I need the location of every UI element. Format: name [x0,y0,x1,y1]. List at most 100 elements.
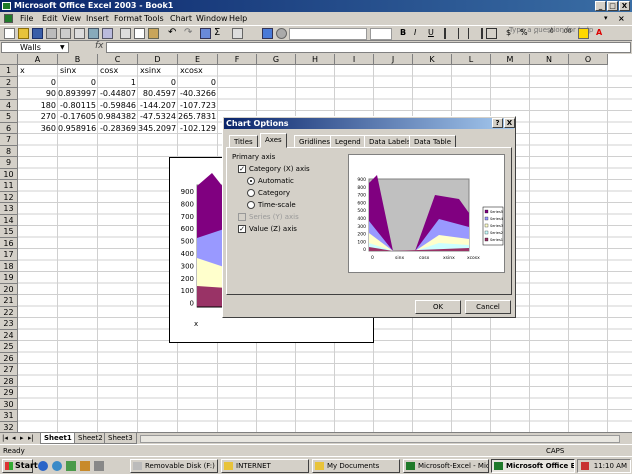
row-header[interactable]: 19 [0,272,18,284]
data-cell[interactable]: 345.2097 [138,123,178,135]
data-cell[interactable]: 0 [18,77,58,89]
row-header[interactable]: 27 [0,364,18,376]
data-cell[interactable]: -102.129 [178,123,218,135]
menu-insert[interactable]: Insert [86,12,109,25]
data-cell[interactable]: -107.723 [178,100,218,112]
row-header[interactable]: 12 [0,191,18,203]
workbook-close-icon[interactable]: × [618,12,625,25]
header-cell[interactable]: xsinx [140,65,161,77]
column-header[interactable]: L [452,54,491,65]
save-icon[interactable] [32,28,43,39]
help-dropdown-icon[interactable]: ▾ [604,12,608,25]
row-header[interactable]: 1 [0,65,18,77]
permission-icon[interactable] [46,28,57,39]
header-cell[interactable]: cosx [100,65,118,77]
research-icon[interactable] [102,28,113,39]
select-all-corner[interactable] [0,54,18,65]
data-cell[interactable]: -40.3266 [178,88,218,100]
tray-icon[interactable] [581,462,589,470]
app-quicklaunch-icon[interactable] [94,461,104,471]
horizontal-scrollbar[interactable] [140,435,620,443]
menu-chart[interactable]: Chart [170,12,192,25]
font-name-select[interactable] [289,28,367,40]
sheet-tab-sheet1[interactable]: Sheet1 [40,433,76,444]
data-cell[interactable]: 270 [18,111,58,123]
data-cell[interactable]: -144.207 [138,100,178,112]
fill-color-icon[interactable] [578,28,589,39]
menu-window[interactable]: Window [196,12,228,25]
dialog-close-button[interactable]: X [504,118,515,128]
chart-wizard-icon[interactable] [262,28,273,39]
undo-icon[interactable]: ↶ [168,28,179,39]
task-internet[interactable]: INTERNET [221,459,309,473]
row-header[interactable]: 4 [0,99,18,111]
percent-icon[interactable]: % [520,28,531,39]
outlook-quicklaunch-icon[interactable] [52,461,62,471]
font-color-icon[interactable]: A [596,28,607,39]
data-cell[interactable]: 90 [18,88,58,100]
column-header[interactable]: F [218,54,257,65]
comma-style-icon[interactable]: , [534,28,545,39]
align-left-icon[interactable] [444,28,455,39]
insert-function-icon[interactable]: fx [95,41,104,51]
series-axis-checkbox[interactable] [238,213,246,221]
menu-edit[interactable]: Edit [42,12,58,25]
ok-button[interactable]: OK [415,300,461,314]
header-cell[interactable]: x [20,65,25,77]
name-box[interactable]: Walls [1,42,69,53]
tab-scroll-prev-icon[interactable]: ◂ [12,434,16,442]
row-header[interactable]: 21 [0,295,18,307]
task-my-documents[interactable]: My Documents [312,459,400,473]
column-header[interactable]: A [18,54,58,65]
row-header[interactable]: 13 [0,203,18,215]
ie-quicklaunch-icon[interactable] [38,461,48,471]
row-header[interactable]: 22 [0,306,18,318]
radio-time-scale[interactable] [247,201,255,209]
help-icon[interactable] [276,28,287,39]
print-preview-icon[interactable] [74,28,85,39]
close-button[interactable]: X [619,1,630,11]
name-box-dropdown-icon[interactable]: ▼ [60,44,65,51]
column-header[interactable]: K [413,54,452,65]
header-cell[interactable]: xcosx [180,65,203,77]
data-cell[interactable]: -0.59846 [98,100,138,112]
data-cell[interactable]: 360 [18,123,58,135]
autosum-icon[interactable]: Σ [214,28,225,39]
data-cell[interactable]: -0.44807 [98,88,138,100]
row-header[interactable]: 25 [0,341,18,353]
align-right-icon[interactable] [472,28,483,39]
column-header[interactable]: O [569,54,608,65]
row-header[interactable]: 8 [0,145,18,157]
task-excel-micr[interactable]: Microsoft-Excel - Micr... [403,459,489,473]
hyperlink-icon[interactable] [200,28,211,39]
data-cell[interactable]: 0 [178,77,218,89]
row-header[interactable]: 15 [0,226,18,238]
excel-doc-icon[interactable] [4,14,13,23]
row-header[interactable]: 11 [0,180,18,192]
row-header[interactable]: 9 [0,157,18,169]
sheet-tab-sheet3[interactable]: Sheet3 [104,433,137,444]
decrease-decimal-icon[interactable]: .00 [562,28,573,39]
open-icon[interactable] [18,28,29,39]
start-button[interactable]: Start [2,459,38,473]
header-cell[interactable]: sinx [60,65,76,77]
data-cell[interactable]: 180 [18,100,58,112]
row-header[interactable]: 5 [0,111,18,123]
data-cell[interactable]: 0.958916 [58,123,98,135]
data-cell[interactable]: -0.17605 [58,111,98,123]
maximize-button[interactable]: □ [607,1,618,11]
minimize-button[interactable]: _ [595,1,606,11]
print-icon[interactable] [60,28,71,39]
tab-axes[interactable]: Axes [260,133,287,148]
row-header[interactable]: 3 [0,88,18,100]
row-header[interactable]: 10 [0,168,18,180]
data-cell[interactable]: 265.7831 [178,111,218,123]
tab-scroll-next-icon[interactable]: ▸ [20,434,24,442]
column-header[interactable]: M [491,54,530,65]
row-header[interactable]: 18 [0,260,18,272]
data-cell[interactable]: -47.5324 [138,111,178,123]
data-cell[interactable]: 80.4597 [138,88,178,100]
category-axis-checkbox[interactable]: ✓ [238,165,246,173]
column-header[interactable]: C [98,54,138,65]
row-header[interactable]: 16 [0,237,18,249]
